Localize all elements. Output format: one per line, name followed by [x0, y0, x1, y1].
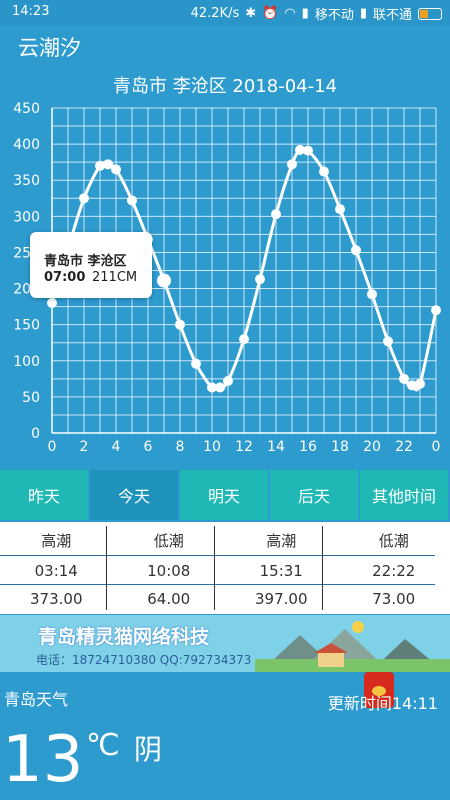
x-tick-label: 22 — [395, 439, 413, 455]
tide-height: 397.00 — [255, 590, 308, 608]
x-tick-label: 20 — [363, 439, 381, 455]
data-point — [255, 274, 265, 285]
alarm-icon: ⏰ — [262, 6, 279, 21]
x-tick-label: 16 — [299, 439, 317, 455]
highlight-point — [157, 273, 171, 288]
tide-height: 64.00 — [147, 590, 191, 608]
status-bar: 14:23 42.2K/s ✱ ⏰ ◠ ▮ 移不动 ▮ 联不通 — [0, 0, 450, 26]
data-point — [79, 193, 89, 204]
tide-time: 15:31 — [259, 562, 303, 580]
status-icons: 42.2K/s ✱ ⏰ ◠ ▮ 移不动 ▮ 联不通 — [191, 4, 442, 23]
tab-yesterday[interactable]: 昨天 — [0, 470, 88, 520]
table-header: 高潮 — [266, 532, 297, 550]
divider — [106, 526, 107, 610]
tide-time: 22:22 — [372, 562, 416, 580]
y-tick-label: 150 — [13, 318, 40, 334]
y-tick-label: 450 — [13, 101, 40, 117]
data-point — [431, 305, 441, 316]
table-header-row: 高潮 低潮 高潮 低潮 — [0, 526, 450, 556]
tide-time: 03:14 — [34, 562, 78, 580]
tooltip-time: 07:00 — [44, 270, 86, 285]
data-point — [383, 336, 393, 347]
tab-today[interactable]: 今天 — [90, 470, 178, 520]
data-point — [239, 334, 249, 345]
app-title: 云潮汐 — [18, 36, 81, 60]
data-point — [399, 373, 409, 384]
data-point — [215, 382, 225, 393]
tide-height: 73.00 — [372, 590, 416, 608]
bluetooth-icon: ✱ — [245, 6, 257, 21]
data-point — [175, 319, 185, 330]
x-tick-label: 0 — [432, 439, 441, 455]
banner-company: 青岛精灵猫网络科技 — [38, 626, 210, 648]
y-tick-label: 350 — [13, 173, 40, 189]
carrier-1: 移不动 — [314, 8, 354, 23]
temperature-unit: ℃ — [86, 728, 120, 763]
weather-city: 青岛天气 — [4, 690, 69, 709]
table-row: 03:14 10:08 15:31 22:22 — [0, 556, 450, 586]
x-tick-label: 0 — [48, 439, 57, 455]
x-tick-label: 2 — [80, 439, 89, 455]
table-header: 高潮 — [41, 532, 72, 550]
x-tick-label: 14 — [267, 439, 285, 455]
wifi-icon: ◠ — [284, 6, 296, 21]
data-point — [335, 204, 345, 215]
data-point — [127, 195, 137, 206]
data-point — [287, 159, 297, 170]
x-tick-label: 4 — [112, 439, 121, 455]
banner-contact: 电话：18724710380 QQ:792734373 — [36, 653, 252, 667]
data-point — [351, 245, 361, 256]
tide-time: 10:08 — [147, 562, 191, 580]
y-tick-label: 300 — [13, 209, 40, 225]
y-tick-label: 0 — [31, 426, 40, 442]
data-point — [319, 166, 329, 177]
table-row: 373.00 64.00 397.00 73.00 — [0, 584, 450, 614]
weather-update-time: 更新时间14:11 — [327, 694, 438, 713]
carrier-2: 联不通 — [372, 8, 412, 23]
data-point — [191, 358, 201, 369]
data-point — [223, 376, 233, 386]
data-point — [271, 209, 281, 220]
table-header: 低潮 — [153, 532, 184, 550]
data-point — [367, 289, 377, 300]
tab-other-time[interactable]: 其他时间 — [360, 470, 448, 520]
data-point — [303, 145, 313, 156]
ad-banner[interactable]: 青岛精灵猫网络科技 电话：18724710380 QQ:792734373 — [0, 615, 450, 672]
x-tick-label: 18 — [331, 439, 349, 455]
table-header: 低潮 — [378, 532, 409, 550]
tooltip-level: 211CM — [92, 270, 138, 285]
day-tabs: 昨天 今天 明天 后天 其他时间 — [0, 470, 450, 520]
divider — [322, 526, 323, 610]
divider — [214, 526, 215, 610]
tab-day-after[interactable]: 后天 — [270, 470, 358, 520]
app-bar: 云潮汐 — [0, 26, 450, 66]
x-tick-label: 10 — [203, 439, 221, 455]
signal-icon: ▮ — [301, 6, 309, 21]
status-time: 14:23 — [12, 4, 50, 19]
tide-table: 高潮 低潮 高潮 低潮 03:14 10:08 15:31 22:22 373.… — [0, 522, 450, 614]
data-point — [111, 164, 121, 175]
x-tick-label: 6 — [144, 439, 153, 455]
data-point — [47, 298, 57, 308]
x-tick-label: 8 — [176, 439, 185, 455]
battery-icon — [418, 7, 442, 20]
y-tick-label: 400 — [13, 137, 40, 153]
y-tick-label: 100 — [13, 354, 40, 370]
tab-tomorrow[interactable]: 明天 — [180, 470, 268, 520]
net-speed: 42.2K/s — [190, 6, 240, 21]
weather-condition: 阴 — [134, 733, 163, 766]
chart-tooltip: 青岛市 李沧区 07:00 211CM — [30, 232, 152, 298]
tooltip-location: 青岛市 李沧区 — [44, 254, 127, 269]
data-point — [415, 378, 425, 389]
tide-height: 373.00 — [30, 590, 83, 608]
temperature: 13 — [2, 723, 84, 797]
x-tick-label: 12 — [235, 439, 253, 455]
signal-icon: ▮ — [359, 6, 367, 21]
y-tick-label: 50 — [22, 390, 40, 406]
